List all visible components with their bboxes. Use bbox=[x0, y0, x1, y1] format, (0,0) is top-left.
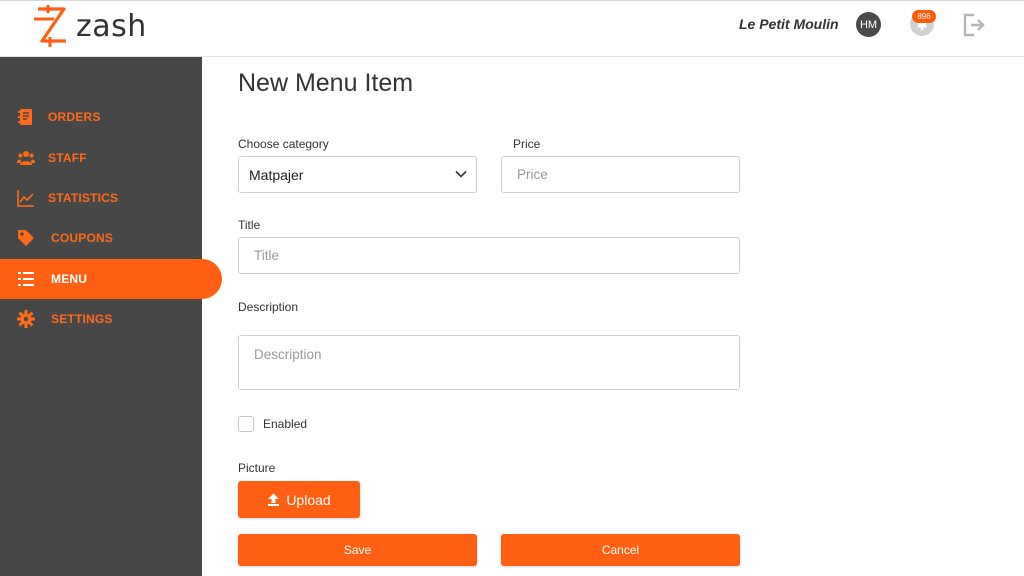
sidebar-item-label: STATISTICS bbox=[48, 191, 119, 205]
zash-logo[interactable]: zash bbox=[28, 3, 147, 49]
page-title: New Menu Item bbox=[238, 69, 414, 97]
category-select[interactable]: Matpajer bbox=[238, 156, 477, 193]
logout-icon bbox=[963, 13, 985, 37]
top-bar: zash Le Petit Moulin HM 896 bbox=[0, 0, 1024, 57]
sidebar-item-coupons[interactable]: COUPONS bbox=[0, 218, 222, 258]
cancel-button[interactable]: Cancel bbox=[501, 534, 740, 566]
staff-icon bbox=[17, 151, 35, 165]
price-label: Price bbox=[513, 137, 541, 151]
category-label: Choose category bbox=[238, 137, 329, 151]
gear-icon bbox=[17, 310, 35, 328]
upload-button[interactable]: Upload bbox=[238, 481, 360, 518]
sidebar-item-label: ORDERS bbox=[48, 110, 101, 124]
logout-button[interactable] bbox=[963, 13, 985, 37]
sidebar-item-label: COUPONS bbox=[51, 231, 114, 245]
avatar[interactable]: HM bbox=[856, 12, 881, 37]
description-textarea[interactable]: Description bbox=[238, 335, 740, 390]
description-placeholder: Description bbox=[254, 347, 322, 362]
sidebar-item-settings[interactable]: SETTINGS bbox=[0, 299, 222, 339]
sidebar-item-menu[interactable]: MENU bbox=[0, 259, 222, 299]
statistics-icon bbox=[17, 190, 34, 207]
price-input[interactable]: Price bbox=[501, 156, 740, 193]
zash-logo-icon bbox=[34, 5, 66, 47]
sidebar-item-staff[interactable]: STAFF bbox=[0, 138, 222, 178]
title-placeholder: Title bbox=[254, 248, 280, 263]
chevron-down-icon bbox=[455, 170, 467, 178]
sidebar-item-label: MENU bbox=[51, 272, 88, 286]
main-content: New Menu Item Choose category Matpajer P… bbox=[202, 57, 1024, 576]
title-input[interactable]: Title bbox=[238, 237, 740, 274]
enabled-checkbox[interactable] bbox=[238, 416, 254, 432]
enabled-label[interactable]: Enabled bbox=[263, 417, 307, 431]
list-icon bbox=[18, 272, 34, 286]
sidebar-item-orders[interactable]: ORDERS bbox=[0, 97, 222, 137]
picture-label: Picture bbox=[238, 461, 276, 475]
orders-icon bbox=[18, 109, 32, 125]
title-label: Title bbox=[238, 218, 261, 232]
sidebar: ORDERS STAFF STATISTICS COUPONS MENU SET… bbox=[0, 57, 222, 576]
category-select-value: Matpajer bbox=[249, 166, 304, 183]
sidebar-item-label: SETTINGS bbox=[51, 312, 113, 326]
restaurant-name[interactable]: Le Petit Moulin bbox=[739, 16, 839, 32]
logo-text: zash bbox=[76, 8, 147, 44]
sidebar-item-statistics[interactable]: STATISTICS bbox=[0, 178, 222, 218]
save-button[interactable]: Save bbox=[238, 534, 477, 566]
upload-button-label: Upload bbox=[286, 491, 331, 508]
upload-icon bbox=[268, 493, 280, 506]
notification-count-badge: 896 bbox=[912, 10, 936, 23]
price-placeholder: Price bbox=[517, 167, 548, 182]
description-label: Description bbox=[238, 300, 299, 314]
tag-icon bbox=[18, 230, 34, 246]
sidebar-item-label: STAFF bbox=[48, 151, 87, 165]
